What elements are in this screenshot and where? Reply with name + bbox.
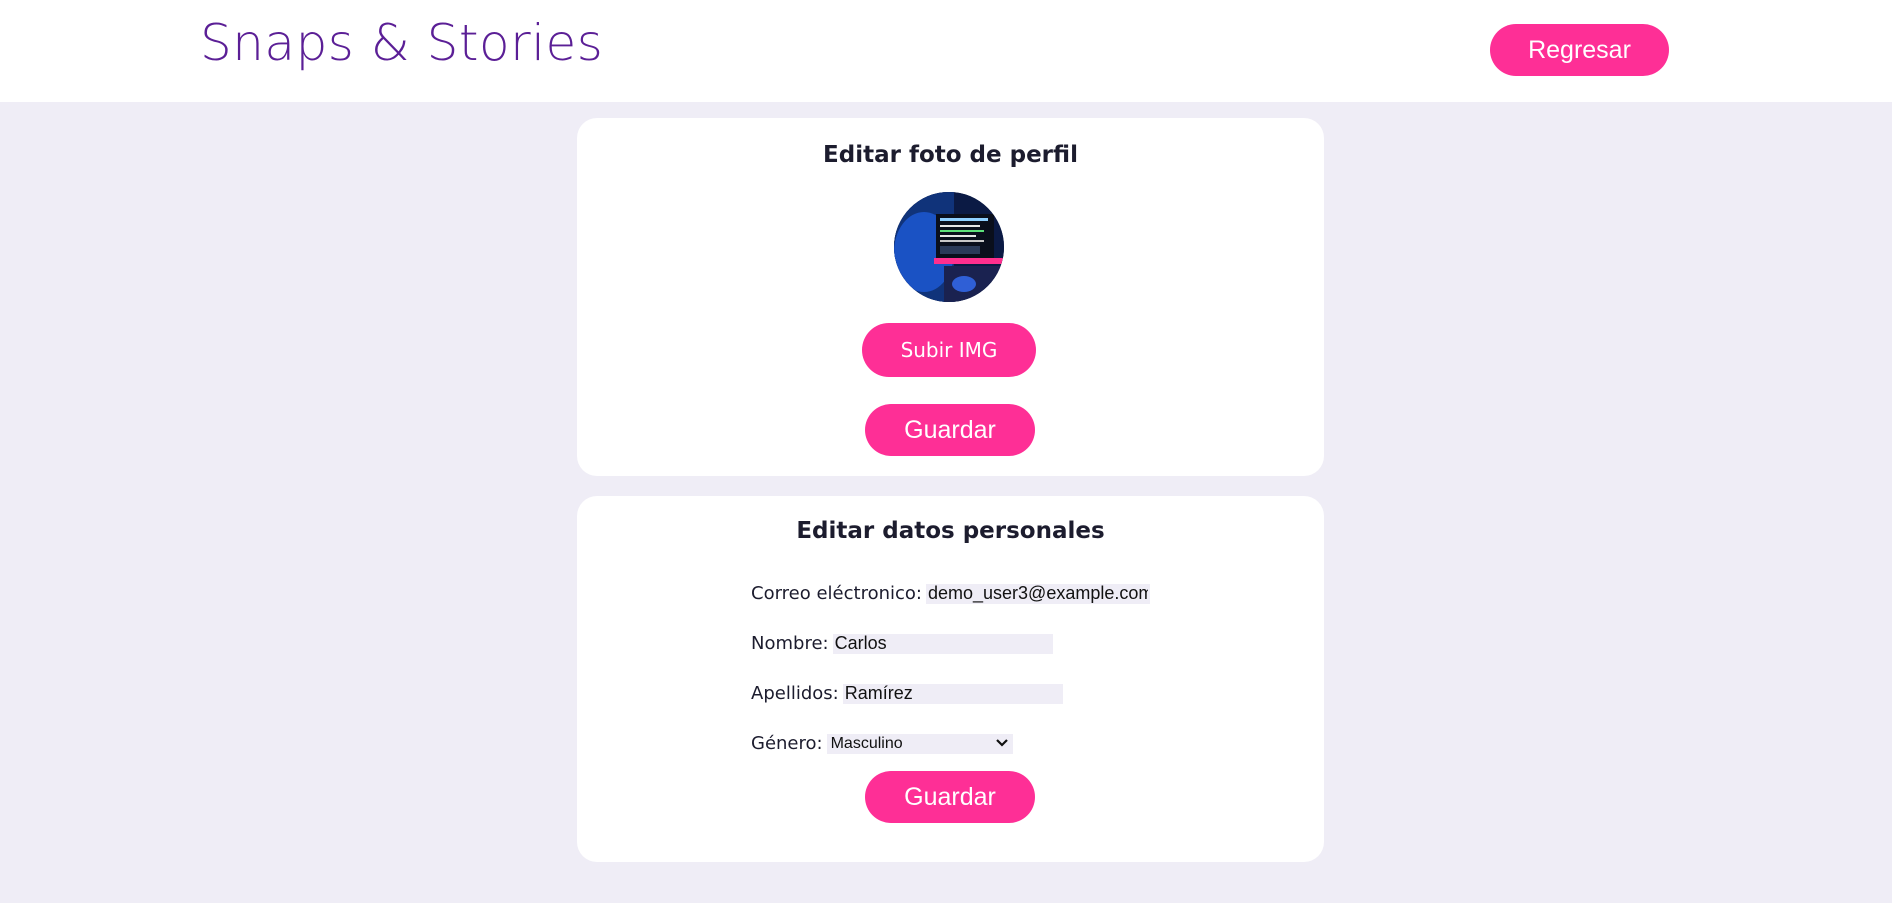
chevron-down-icon [995, 735, 1009, 753]
lastname-label: Apellidos: [751, 683, 839, 704]
gender-selected-value: Masculino [830, 734, 903, 752]
profile-avatar [894, 192, 1004, 302]
name-field[interactable] [832, 633, 1053, 654]
edit-photo-title: Editar foto de perfil [823, 142, 1078, 168]
upload-image-button[interactable]: Subir IMG [862, 323, 1036, 377]
lastname-field[interactable] [842, 683, 1063, 704]
gender-select[interactable]: Masculino [826, 733, 1013, 754]
edit-photo-card: Editar foto de perfil Subir IMG Guardar [577, 118, 1324, 476]
brand-logo-text: Snaps & Stories [200, 14, 604, 72]
email-row: Correo eléctronico: [751, 583, 1150, 604]
gender-row: Género: Masculino [751, 733, 1013, 754]
name-label: Nombre: [751, 633, 829, 654]
edit-personal-title: Editar datos personales [796, 518, 1105, 544]
save-personal-button[interactable]: Guardar [865, 771, 1035, 823]
email-label: Correo eléctronico: [751, 583, 922, 604]
save-photo-button[interactable]: Guardar [865, 404, 1035, 456]
name-row: Nombre: [751, 633, 1053, 654]
email-field[interactable] [925, 583, 1150, 604]
edit-personal-card: Editar datos personales Correo eléctroni… [577, 496, 1324, 862]
top-header: Snaps & Stories Regresar [0, 0, 1892, 102]
lastname-row: Apellidos: [751, 683, 1063, 704]
gender-label: Género: [751, 733, 823, 754]
back-button[interactable]: Regresar [1490, 24, 1669, 76]
